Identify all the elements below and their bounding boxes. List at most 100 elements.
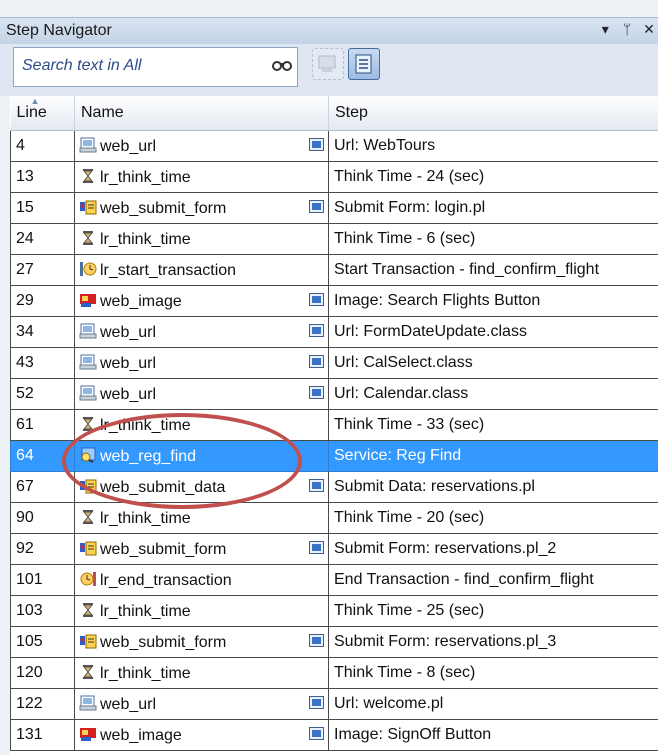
- step-name-cell[interactable]: web_url: [74, 378, 329, 410]
- step-description-cell: Image: SignOff Button: [328, 719, 658, 751]
- column-header-step[interactable]: Step: [328, 96, 658, 131]
- snapshot-icon[interactable]: [309, 293, 324, 306]
- column-header-line-label: Line: [16, 104, 47, 121]
- snapshot-icon[interactable]: [309, 541, 324, 554]
- step-name-cell[interactable]: lr_think_time: [74, 657, 329, 689]
- step-name-cell[interactable]: lr_think_time: [74, 595, 329, 627]
- step-description-cell: Submit Form: login.pl: [328, 192, 658, 224]
- column-header-step-label: Step: [335, 104, 368, 121]
- step-name-cell[interactable]: web_url: [74, 347, 329, 379]
- line-number-cell: 27: [10, 254, 75, 286]
- step-name-label: web_submit_form: [100, 199, 227, 217]
- table-row[interactable]: 120 lr_think_time Think Time - 8 (sec): [10, 657, 658, 689]
- step-name-cell[interactable]: lr_think_time: [74, 223, 329, 255]
- step-name-cell[interactable]: web_image: [74, 285, 329, 317]
- snapshot-icon[interactable]: [309, 355, 324, 368]
- line-number-cell: 67: [10, 471, 75, 503]
- step-description-cell: Url: CalSelect.class: [328, 347, 658, 379]
- table-row[interactable]: 24 lr_think_time Think Time - 6 (sec): [10, 223, 658, 255]
- pin-icon[interactable]: ᛘ: [618, 21, 636, 37]
- snapshot-icon[interactable]: [309, 727, 324, 740]
- hourglass-icon: [79, 416, 97, 432]
- snapshot-icon[interactable]: [309, 386, 324, 399]
- step-name-label: web_image: [100, 726, 182, 744]
- table-row[interactable]: 90 lr_think_time Think Time - 20 (sec): [10, 502, 658, 534]
- line-number-cell: 13: [10, 161, 75, 193]
- submit-data-icon: [79, 478, 97, 494]
- table-row[interactable]: 29 web_image Image: Search Flights Button: [10, 285, 658, 317]
- hourglass-icon: [79, 602, 97, 618]
- dropdown-arrow-icon[interactable]: ▾: [596, 21, 614, 38]
- line-number-cell: 120: [10, 657, 75, 689]
- title-bar: Step Navigator ▾ ᛘ ✕: [0, 17, 658, 45]
- step-name-label: lr_think_time: [100, 664, 191, 682]
- snapshot-icon[interactable]: [309, 479, 324, 492]
- toolbar: [0, 44, 658, 96]
- table-row[interactable]: 105 web_submit_form Submit Form: reservati…: [10, 626, 658, 658]
- snapshot-icon[interactable]: [309, 200, 324, 213]
- step-name-cell[interactable]: lr_start_transaction: [74, 254, 329, 286]
- step-description-cell: Think Time - 8 (sec): [328, 657, 658, 689]
- step-name-cell[interactable]: lr_end_transaction: [74, 564, 329, 596]
- close-icon[interactable]: ✕: [640, 21, 658, 38]
- step-name-label: lr_think_time: [100, 230, 191, 248]
- step-name-cell[interactable]: web_image: [74, 719, 329, 751]
- step-description-cell: Url: welcome.pl: [328, 688, 658, 720]
- step-name-cell[interactable]: web_submit_form: [74, 533, 329, 565]
- start-transaction-icon: [79, 261, 97, 277]
- table-row[interactable]: 103 lr_think_time Think Time - 25 (sec): [10, 595, 658, 627]
- snapshot-icon[interactable]: [309, 324, 324, 337]
- table-row[interactable]: 101 lr_end_transaction End Transaction - f…: [10, 564, 658, 596]
- table-row[interactable]: 122 web_url Url: welcome.pl: [10, 688, 658, 720]
- column-header-name[interactable]: Name: [74, 96, 329, 131]
- line-number-cell: 122: [10, 688, 75, 720]
- step-grid: ▲ Line Name Step 4 web_url Url: WebTours 13 l…: [0, 96, 658, 755]
- step-name-cell[interactable]: web_url: [74, 316, 329, 348]
- table-row[interactable]: 15 web_submit_form Submit Form: login.pl: [10, 192, 658, 224]
- reg-find-icon: [79, 447, 97, 463]
- hourglass-icon: [79, 664, 97, 680]
- step-name-cell[interactable]: web_url: [74, 688, 329, 720]
- line-number-cell: 29: [10, 285, 75, 317]
- line-number-cell: 34: [10, 316, 75, 348]
- step-name-label: lr_start_transaction: [100, 261, 237, 279]
- table-row[interactable]: 13 lr_think_time Think Time - 24 (sec): [10, 161, 658, 193]
- column-header-name-label: Name: [81, 104, 124, 121]
- step-name-label: web_reg_find: [100, 447, 197, 465]
- snapshot-icon[interactable]: [309, 634, 324, 647]
- step-name-cell[interactable]: lr_think_time: [74, 502, 329, 534]
- step-name-cell[interactable]: web_submit_form: [74, 192, 329, 224]
- snapshot-icon[interactable]: [309, 138, 324, 151]
- step-name-cell[interactable]: web_reg_find: [74, 440, 329, 472]
- table-row[interactable]: 27 lr_start_transaction Start Transaction …: [10, 254, 658, 286]
- table-row[interactable]: 92 web_submit_form Submit Form: reservatio…: [10, 533, 658, 565]
- snapshot-icon[interactable]: [309, 696, 324, 709]
- step-name-cell[interactable]: lr_think_time: [74, 409, 329, 441]
- step-description-cell: Url: Calendar.class: [328, 378, 658, 410]
- thumbnail-view-button[interactable]: [312, 48, 344, 80]
- line-number-cell: 15: [10, 192, 75, 224]
- step-name-label: lr_think_time: [100, 416, 191, 434]
- step-description-cell: Url: WebTours: [328, 130, 658, 162]
- table-row[interactable]: 34 web_url Url: FormDateUpdate.class: [10, 316, 658, 348]
- column-header-line[interactable]: ▲ Line: [10, 96, 75, 131]
- step-name-label: web_submit_form: [100, 633, 227, 651]
- list-view-button[interactable]: [348, 48, 380, 80]
- table-row[interactable]: 64 web_reg_find Service: Reg Find: [10, 440, 658, 472]
- search-input[interactable]: [20, 55, 264, 77]
- table-row[interactable]: 4 web_url Url: WebTours: [10, 130, 658, 162]
- step-description-cell: Think Time - 6 (sec): [328, 223, 658, 255]
- step-description-cell: End Transaction - find_confirm_flight: [328, 564, 658, 596]
- table-row[interactable]: 43 web_url Url: CalSelect.class: [10, 347, 658, 379]
- step-name-cell[interactable]: web_submit_data: [74, 471, 329, 503]
- table-row[interactable]: 52 web_url Url: Calendar.class: [10, 378, 658, 410]
- step-name-cell[interactable]: lr_think_time: [74, 161, 329, 193]
- step-name-label: web_image: [100, 292, 182, 310]
- table-row[interactable]: 131 web_image Image: SignOff Button: [10, 719, 658, 751]
- table-row[interactable]: 61 lr_think_time Think Time - 33 (sec): [10, 409, 658, 441]
- step-name-cell[interactable]: web_url: [74, 130, 329, 162]
- step-name-cell[interactable]: web_submit_form: [74, 626, 329, 658]
- table-row[interactable]: 67 web_submit_data Submit Data: reservatio…: [10, 471, 658, 503]
- binoculars-icon[interactable]: [272, 58, 292, 76]
- step-description-cell: Think Time - 20 (sec): [328, 502, 658, 534]
